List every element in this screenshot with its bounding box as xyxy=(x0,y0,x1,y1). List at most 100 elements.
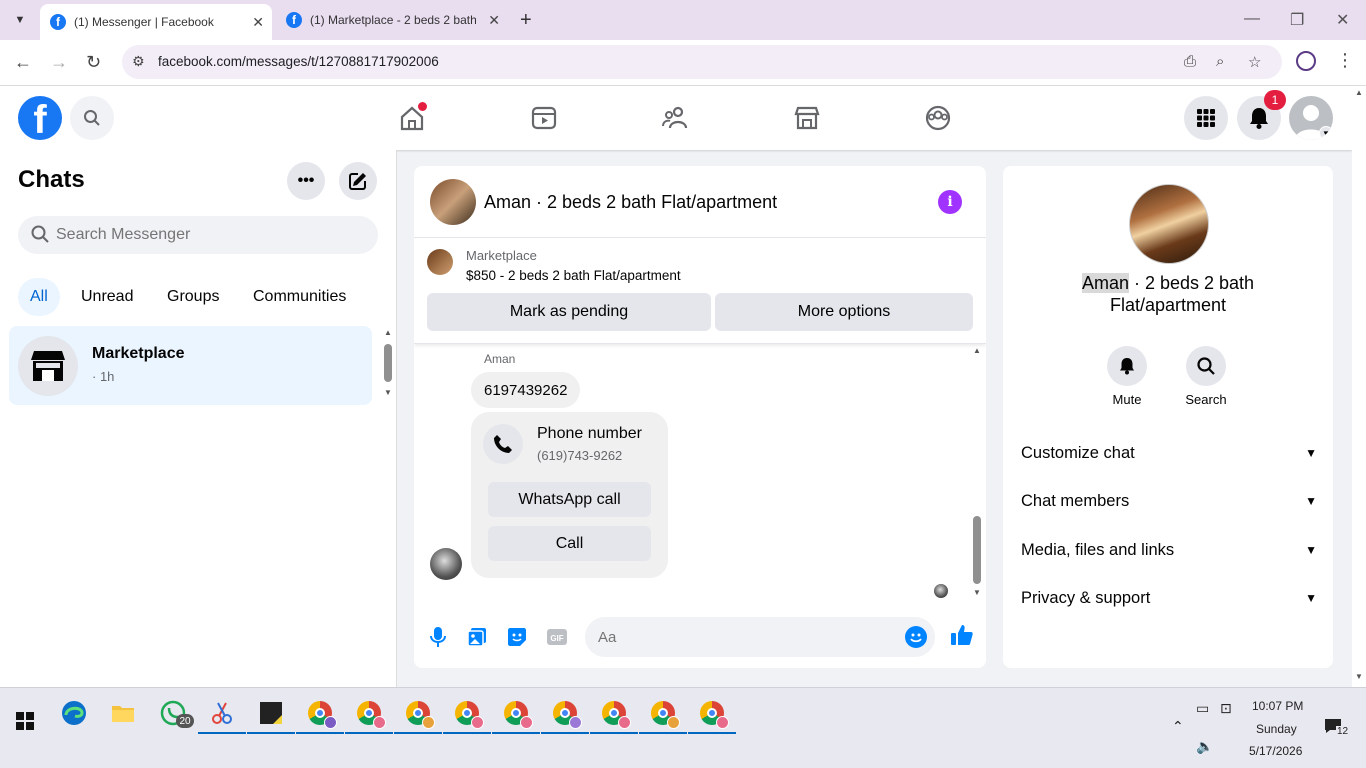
thumbs-up-icon[interactable] xyxy=(949,622,975,648)
search-icon[interactable] xyxy=(70,96,114,140)
scroll-up-arrow-icon[interactable]: ▲ xyxy=(384,328,392,337)
forward-arrow-icon[interactable]: → xyxy=(50,52,68,72)
scroll-down-arrow-icon[interactable]: ▼ xyxy=(973,588,981,597)
chat-info-name: Aman · 2 beds 2 bath Flat/apartment xyxy=(1033,272,1303,316)
filter-communities[interactable]: Communities xyxy=(241,278,358,316)
new-message-icon[interactable] xyxy=(339,162,377,200)
page-scrollbar[interactable]: ▲ ▼ xyxy=(1352,86,1366,687)
listing-thumbnail[interactable] xyxy=(427,249,453,275)
scroll-down-arrow-icon[interactable]: ▼ xyxy=(1355,672,1363,681)
whatsapp-icon[interactable]: 20 xyxy=(156,696,194,730)
scroll-up-arrow-icon[interactable]: ▲ xyxy=(973,346,981,355)
tab-search-chevron-icon[interactable]: ▼ xyxy=(8,8,32,32)
search-input[interactable] xyxy=(56,224,366,246)
listing-title[interactable]: $850 - 2 beds 2 bath Flat/apartment xyxy=(466,268,681,283)
search-action[interactable]: Search xyxy=(1176,346,1236,407)
snipping-tool-icon[interactable] xyxy=(198,696,246,734)
whatsapp-call-button[interactable]: WhatsApp call xyxy=(488,482,651,517)
scroll-down-arrow-icon[interactable]: ▼ xyxy=(384,388,392,397)
bell-icon[interactable] xyxy=(1107,346,1147,386)
chrome-profile-8-icon[interactable] xyxy=(639,696,687,734)
windows-start-icon[interactable] xyxy=(8,704,42,738)
chrome-profile-5-icon[interactable] xyxy=(492,696,540,734)
menu-grid-icon[interactable] xyxy=(1184,96,1228,140)
mark-as-pending-button[interactable]: Mark as pending xyxy=(427,293,711,331)
minimize-icon[interactable]: — xyxy=(1244,10,1260,28)
notification-center-icon[interactable]: 12 xyxy=(1324,718,1350,737)
scroll-up-arrow-icon[interactable]: ▲ xyxy=(1355,88,1363,97)
filter-unread[interactable]: Unread xyxy=(69,278,145,316)
chrome-profile-1-icon[interactable] xyxy=(296,696,344,734)
new-tab-icon[interactable]: + xyxy=(520,10,532,30)
microphone-icon[interactable] xyxy=(427,626,449,648)
more-options-icon[interactable]: ••• xyxy=(287,162,325,200)
conversation-title[interactable]: Aman · 2 beds 2 bath Flat/apartment xyxy=(484,192,777,213)
groups-icon[interactable] xyxy=(922,102,954,134)
close-window-icon[interactable]: ✕ xyxy=(1336,10,1349,30)
media-files-links-section[interactable]: Media, files and links ▼ xyxy=(1021,534,1317,566)
emoji-icon[interactable] xyxy=(905,626,927,648)
chrome-profile-6-icon[interactable] xyxy=(541,696,589,734)
facebook-logo-icon[interactable]: f xyxy=(18,96,62,140)
home-icon[interactable] xyxy=(396,102,428,134)
restore-icon[interactable]: ❐ xyxy=(1290,10,1304,30)
edge-browser-icon[interactable] xyxy=(57,696,91,730)
chat-members-section[interactable]: Chat members ▼ xyxy=(1021,485,1317,517)
taskbar-day[interactable]: Sunday xyxy=(1256,722,1297,736)
install-app-icon[interactable]: ⎙ xyxy=(1184,53,1196,70)
volume-icon[interactable]: 🔈 xyxy=(1196,738,1213,755)
marketplace-icon[interactable] xyxy=(791,102,823,134)
scrollbar-thumb[interactable] xyxy=(384,344,392,382)
taskbar-date[interactable]: 5/17/2026 xyxy=(1249,744,1302,758)
search-icon[interactable] xyxy=(1186,346,1226,386)
filter-groups[interactable]: Groups xyxy=(155,278,231,316)
active-indicator xyxy=(492,732,540,734)
info-icon[interactable]: i xyxy=(938,190,962,214)
battery-icon[interactable]: ▭ xyxy=(1196,700,1209,717)
site-info-icon[interactable]: ⚙ xyxy=(132,53,145,70)
zoom-icon[interactable]: ⌕ xyxy=(1216,53,1224,70)
chrome-profile-3-icon[interactable] xyxy=(394,696,442,734)
tab-title: (1) Marketplace - 2 beds 2 bath xyxy=(310,13,476,27)
sticker-icon[interactable] xyxy=(506,626,528,648)
message-input[interactable] xyxy=(598,626,898,648)
photo-icon[interactable] xyxy=(466,626,488,648)
back-arrow-icon[interactable]: ← xyxy=(14,52,32,72)
conversation-scrollbar[interactable]: ▲ ▼ xyxy=(971,346,983,598)
message-bubble[interactable]: 6197439262 xyxy=(471,372,581,408)
listing-profile-image[interactable] xyxy=(1129,184,1209,264)
chrome-profile-4-icon[interactable] xyxy=(443,696,491,734)
more-options-button[interactable]: More options xyxy=(715,293,973,331)
reload-icon[interactable]: ↻ xyxy=(86,52,101,72)
browser-menu-icon[interactable]: ⋮ xyxy=(1336,50,1354,71)
taskbar-time[interactable]: 10:07 PM xyxy=(1252,699,1303,713)
chrome-profile-9-icon[interactable] xyxy=(688,696,736,734)
listing-avatar[interactable] xyxy=(430,179,476,225)
video-icon[interactable] xyxy=(528,102,560,134)
close-tab-icon[interactable]: ✕ xyxy=(252,14,264,31)
show-hidden-icons-chevron-icon[interactable]: ⌃ xyxy=(1172,718,1184,735)
tab-marketplace[interactable]: f (1) Marketplace - 2 beds 2 bath ✕ xyxy=(276,4,508,36)
customize-chat-section[interactable]: Customize chat ▼ xyxy=(1021,437,1317,469)
account-avatar[interactable]: ▼ xyxy=(1289,96,1333,140)
scrollbar-thumb[interactable] xyxy=(973,516,981,584)
browser-profile-icon[interactable] xyxy=(1296,51,1316,71)
close-tab-icon[interactable]: ✕ xyxy=(488,12,500,29)
sender-avatar[interactable] xyxy=(430,548,462,580)
chrome-profile-7-icon[interactable] xyxy=(590,696,638,734)
call-button[interactable]: Call xyxy=(488,526,651,561)
filter-all[interactable]: All xyxy=(18,278,60,316)
sticky-notes-icon[interactable] xyxy=(247,696,295,734)
privacy-support-section[interactable]: Privacy & support ▼ xyxy=(1021,582,1317,614)
address-bar[interactable]: ⚙ facebook.com/messages/t/12708817179020… xyxy=(122,45,1282,79)
chat-list-scrollbar[interactable]: ▲ ▼ xyxy=(383,328,393,398)
bookmark-star-icon[interactable]: ☆ xyxy=(1248,53,1261,71)
mute-action[interactable]: Mute xyxy=(1097,346,1157,407)
network-icon[interactable]: ⊡ xyxy=(1220,700,1232,717)
chrome-profile-2-icon[interactable] xyxy=(345,696,393,734)
file-explorer-icon[interactable] xyxy=(106,696,140,730)
tab-messenger[interactable]: f (1) Messenger | Facebook ✕ xyxy=(40,4,272,40)
friends-icon[interactable] xyxy=(659,102,691,134)
chat-list-item[interactable]: Marketplace · 1h xyxy=(9,326,372,405)
gif-icon[interactable]: GIF xyxy=(546,626,568,648)
